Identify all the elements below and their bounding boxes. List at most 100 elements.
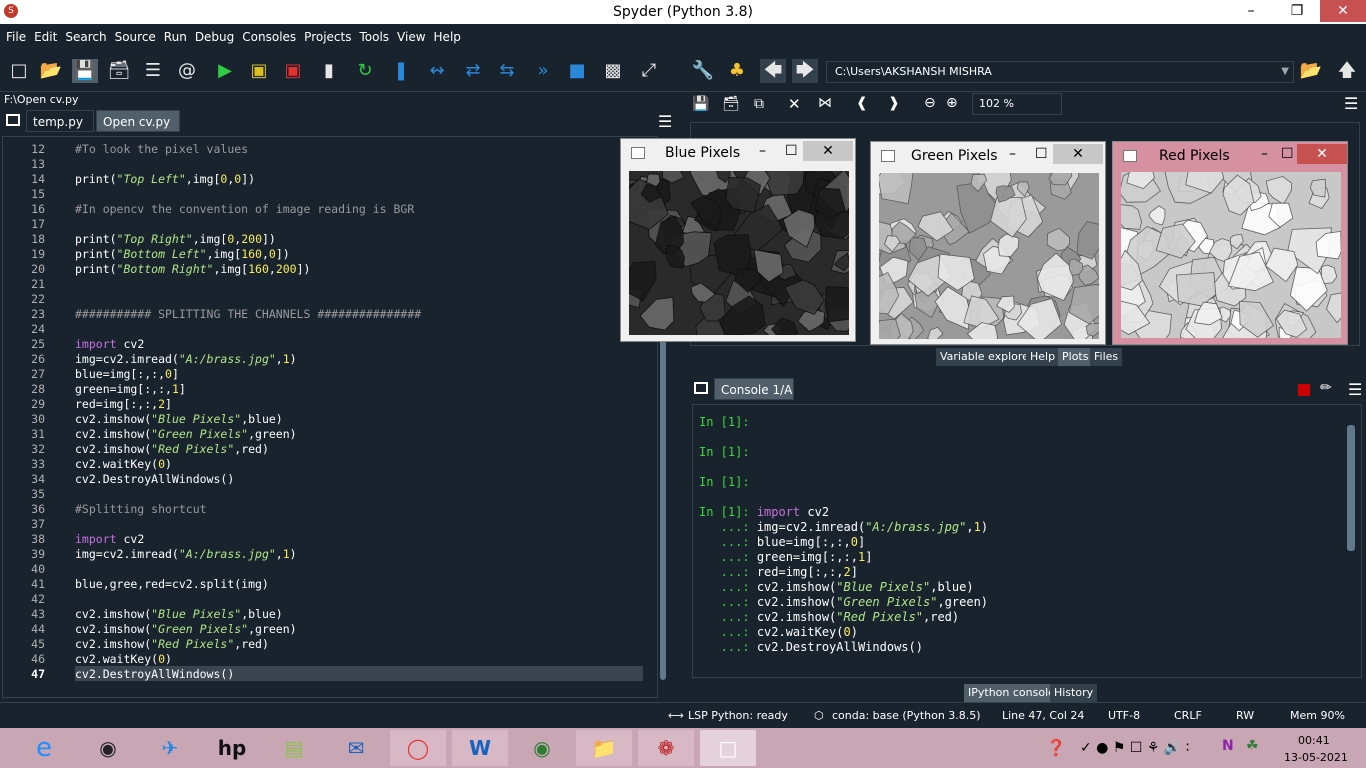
open-file-icon[interactable]: 📂 (38, 59, 64, 83)
remove-all-plots-icon[interactable]: ⋈ (818, 95, 832, 111)
tab-help[interactable]: Help (1026, 348, 1060, 366)
python-icon[interactable]: ♣ (724, 59, 750, 83)
blank-document-icon[interactable]: □ (700, 730, 756, 766)
red-pixels-window[interactable]: Red Pixels – ☐ ✕ (1112, 141, 1348, 345)
minimize-icon[interactable]: – (1009, 146, 1016, 162)
code-line[interactable]: red=img[:,:,2] (75, 397, 172, 411)
save-plot-icon[interactable]: 💾 (692, 96, 709, 112)
zoom-field[interactable]: 102 % (972, 93, 1062, 115)
maximize-pane-icon[interactable]: ▩ (600, 59, 626, 83)
tab-ipython-console[interactable]: IPython console (964, 684, 1059, 702)
continue-icon[interactable]: » (530, 59, 556, 83)
internet-explorer-icon[interactable]: e (16, 730, 72, 766)
maximize-icon[interactable]: ☐ (1281, 146, 1294, 162)
word-icon[interactable]: W (452, 730, 508, 766)
tab-files[interactable]: Files (1090, 348, 1123, 366)
save-all-plots-icon[interactable]: 🗃 (722, 96, 740, 112)
spyder-taskbar-icon[interactable]: ❁ (638, 730, 694, 766)
minimize-icon[interactable]: – (1261, 146, 1268, 162)
tab-console-1a[interactable]: Console 1/A ✕ (714, 378, 794, 419)
code-line[interactable]: cv2.imshow("Blue Pixels",blue) (75, 412, 283, 426)
minimize-icon[interactable]: – (759, 143, 766, 159)
zoom-in-icon[interactable]: ⊕ (946, 95, 958, 111)
remove-plot-icon[interactable]: ✕ (788, 95, 801, 113)
code-line[interactable]: cv2.waitKey(0) (75, 457, 172, 471)
code-line[interactable]: print("Top Left",img[0,0]) (75, 172, 255, 186)
list-icon[interactable]: ☰ (140, 59, 166, 83)
menu-edit[interactable]: Edit (30, 24, 61, 50)
green-pixels-window[interactable]: Green Pixels – ☐ ✕ (870, 141, 1106, 345)
browse-folder-icon[interactable]: 📂 (1298, 59, 1324, 83)
code-line[interactable]: cv2.waitKey(0) (75, 652, 172, 666)
console-browse-tabs-icon[interactable] (694, 382, 708, 394)
interrupt-kernel-icon[interactable] (1298, 384, 1310, 396)
save-icon[interactable]: 💾 (72, 59, 98, 83)
run-cell-advance-icon[interactable]: ▣ (280, 59, 306, 83)
code-editor[interactable]: 12 #To look the pixel values 13 14 print("To… (2, 136, 658, 698)
code-line[interactable]: img=cv2.imread("A:/brass.jpg",1) (75, 352, 297, 366)
code-line[interactable]: blue=img[:,:,0] (75, 367, 179, 381)
maximize-icon[interactable]: ☐ (1035, 146, 1048, 162)
code-line[interactable]: blue,gree,red=cv2.split(img) (75, 577, 269, 591)
menu-search[interactable]: Search (61, 24, 110, 50)
code-line[interactable]: print("Top Right",img[0,200]) (75, 232, 276, 246)
fullscreen-icon[interactable]: ⤢ (636, 59, 662, 83)
bluestacks-icon[interactable]: ▤ (266, 730, 322, 766)
hp-icon[interactable]: hp (204, 730, 260, 766)
step-return-icon[interactable]: ⇆ (494, 59, 520, 83)
tray-icons[interactable]: ✓ ● ⚑ ☐ ⚘ 🔊 ∶ (1080, 740, 1189, 756)
anaconda-icon[interactable]: ◉ (514, 730, 570, 766)
code-line[interactable]: cv2.DestroyAllWindows() (75, 667, 234, 681)
ipython-console[interactable]: In [1]: In [1]: In [1]: In [1]: import cv2 … (692, 404, 1362, 678)
rocket-app-icon[interactable]: ✈ (142, 730, 198, 766)
tab-history[interactable]: History (1050, 684, 1098, 702)
tab-variable-explorer[interactable]: Variable explorer (936, 348, 1038, 366)
editor-browse-tabs-icon[interactable] (6, 114, 20, 126)
previous-plot-icon[interactable]: ❰ (856, 95, 868, 111)
run-icon[interactable]: ▶ (212, 59, 238, 83)
maximize-icon[interactable]: ☐ (785, 143, 798, 159)
tab-plots[interactable]: Plots (1058, 348, 1093, 366)
back-arrow-icon[interactable]: 🡄 (760, 59, 786, 83)
working-directory-combo[interactable]: C:\Users\AKSHANSH MISHRA ▼ (826, 61, 1294, 83)
zoom-out-icon[interactable]: ⊖ (924, 95, 936, 111)
code-line[interactable]: green=img[:,:,1] (75, 382, 186, 396)
plots-options-menu-icon[interactable]: ☰ (1344, 94, 1358, 113)
stop-icon[interactable]: ■ (564, 59, 590, 83)
code-line[interactable]: print("Bottom Right",img[160,200]) (75, 262, 310, 276)
wrench-icon[interactable]: 🔧 (690, 59, 716, 83)
shield-tray-icon[interactable]: ☘ (1246, 738, 1259, 754)
menu-projects[interactable]: Projects (300, 24, 355, 50)
chevron-down-icon[interactable]: ▼ (1281, 62, 1289, 82)
at-icon[interactable]: @ (174, 59, 200, 83)
code-line[interactable]: ########### SPLITTING THE CHANNELS #####… (75, 307, 421, 321)
debug-icon[interactable]: ❚ (388, 59, 414, 83)
editor-options-menu-icon[interactable]: ☰ (658, 112, 672, 131)
code-line[interactable]: cv2.imshow("Red Pixels",red) (75, 442, 269, 456)
menu-view[interactable]: View (393, 24, 429, 50)
next-plot-icon[interactable]: ❱ (888, 95, 900, 111)
close-icon[interactable]: ✕ (1053, 144, 1103, 164)
menu-consoles[interactable]: Consoles (238, 24, 300, 50)
code-line[interactable]: import cv2 (75, 532, 144, 546)
maximize-button[interactable]: ❐ (1274, 0, 1320, 22)
minimize-button[interactable]: – (1228, 0, 1274, 22)
menu-run[interactable]: Run (160, 24, 191, 50)
code-line[interactable]: cv2.imshow("Blue Pixels",blue) (75, 607, 283, 621)
file-explorer-icon[interactable]: 📁 (576, 730, 632, 766)
tab-open-cv-py[interactable]: Open cv.py ✕ (96, 110, 180, 151)
forward-arrow-icon[interactable]: 🡆 (792, 59, 818, 83)
menu-help[interactable]: Help (430, 24, 465, 50)
run-selection-icon[interactable]: ▮ (316, 59, 342, 83)
up-arrow-icon[interactable]: 🡅 (1334, 59, 1360, 83)
help-tray-icon[interactable]: ❓ (1046, 738, 1066, 757)
code-line[interactable]: import cv2 (75, 337, 144, 351)
step-into-icon[interactable]: ⇄ (460, 59, 486, 83)
run-cell-icon[interactable]: ▣ (246, 59, 272, 83)
code-line[interactable]: #Splitting shortcut (75, 502, 207, 516)
save-all-icon[interactable]: 🗃 (106, 59, 132, 83)
copy-plot-icon[interactable]: ⧉ (754, 96, 764, 112)
close-icon[interactable]: ✕ (1297, 144, 1347, 164)
code-line[interactable]: cv2.imshow("Green Pixels",green) (75, 622, 297, 636)
close-button[interactable]: ✕ (1320, 0, 1366, 22)
